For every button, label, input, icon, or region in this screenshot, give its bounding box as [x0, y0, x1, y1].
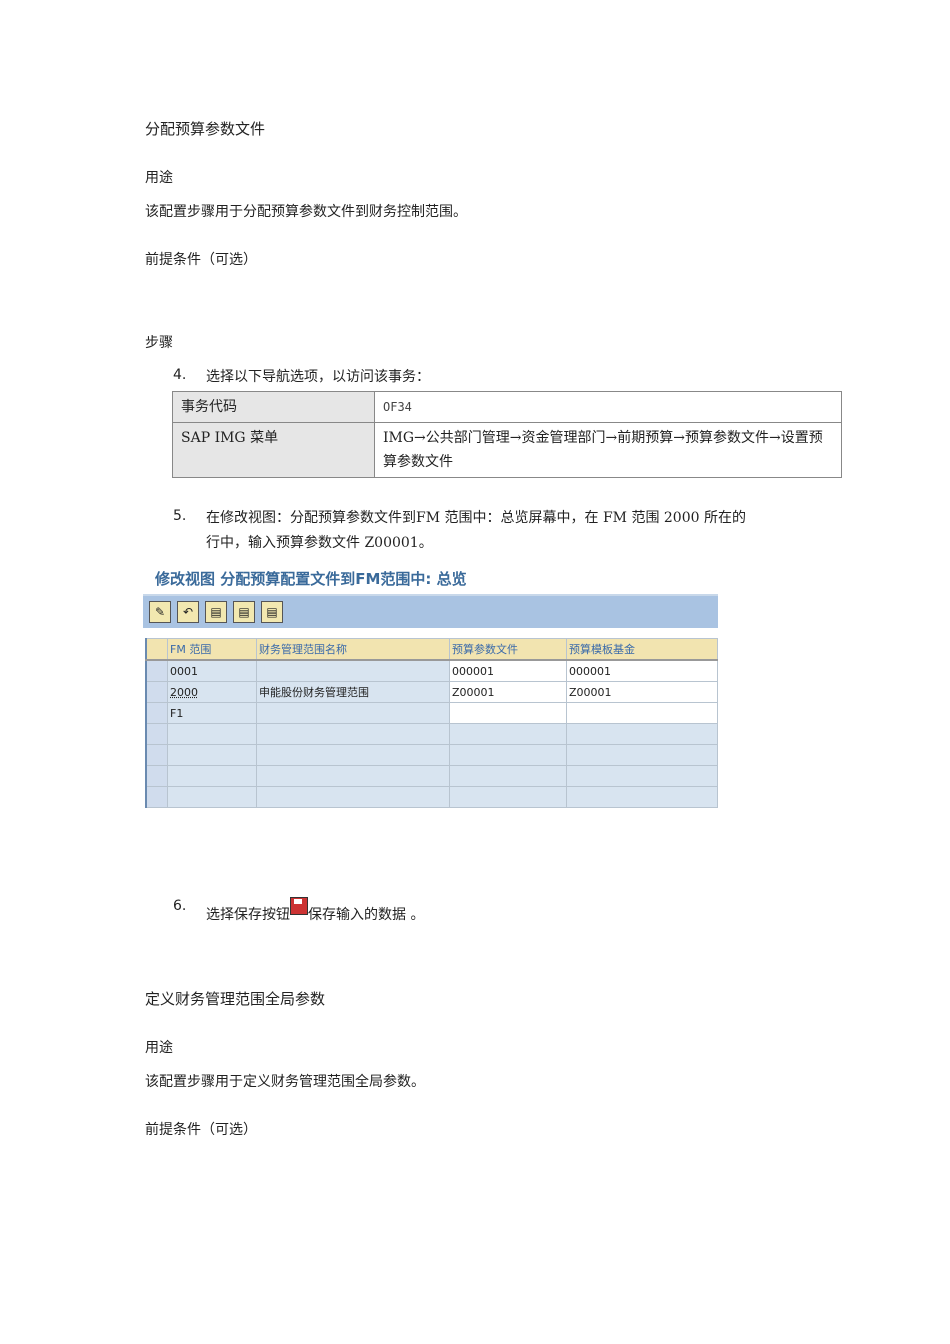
prereq-heading: 前提条件（可选）: [145, 1122, 257, 1138]
row-selector[interactable]: [145, 638, 168, 661]
edit-icon[interactable]: ✎: [149, 601, 171, 623]
cell: [256, 659, 450, 682]
step-text: 在修改视图：分配预算参数文件到FM 范围中：总览屏幕中，在 FM 范围 2000…: [206, 510, 746, 526]
step-text-a: 选择保存按钮: [206, 907, 290, 923]
cell: 0001: [167, 659, 257, 682]
navigation-table: 事务代码 OF34 SAP IMG 菜单 IMG→公共部门管理→资金管理部门→前期预…: [172, 391, 842, 478]
purpose-text: 该配置步骤用于分配预算参数文件到财务控制范围。: [145, 204, 467, 220]
column-header[interactable]: 财务管理范围名称: [256, 638, 450, 661]
table-value: OF34: [374, 391, 842, 423]
column-header[interactable]: 预算模板基金: [566, 638, 718, 661]
select-block-icon[interactable]: ▤: [233, 601, 255, 623]
column-header[interactable]: 预算参数文件: [449, 638, 567, 661]
table-row: F1: [145, 702, 718, 724]
table-key: 事务代码: [172, 391, 375, 423]
row-selector[interactable]: [145, 702, 168, 724]
step-number: 4.: [173, 367, 187, 383]
cell-input[interactable]: Z00001: [566, 681, 718, 703]
steps-heading: 步骤: [145, 335, 173, 351]
purpose-heading: 用途: [145, 170, 173, 186]
prereq-heading: 前提条件（可选）: [145, 252, 257, 268]
select-all-icon[interactable]: ▤: [205, 601, 227, 623]
sap-screen-title: 修改视图 分配预算配置文件到FM范围中: 总览: [155, 570, 467, 588]
table-row: [145, 765, 718, 787]
cell: F1: [167, 702, 257, 724]
table-row: SAP IMG 菜单 IMG→公共部门管理→资金管理部门→前期预算→预算参数文件→…: [172, 422, 842, 478]
cell: [256, 702, 450, 724]
section-title: 定义财务管理范围全局参数: [145, 990, 326, 1008]
purpose-heading: 用途: [145, 1040, 173, 1056]
cell-input[interactable]: Z00001: [449, 681, 567, 703]
purpose-text: 该配置步骤用于定义财务管理范围全局参数。: [145, 1074, 425, 1090]
table-value: IMG→公共部门管理→资金管理部门→前期预算→预算参数文件→设置预算参数文件: [374, 422, 842, 478]
cell-input[interactable]: 000001: [449, 659, 567, 682]
deselect-icon[interactable]: ▤: [261, 601, 283, 623]
step-text-b: 保存输入的数据 。: [308, 907, 425, 923]
section-title: 分配预算参数文件: [145, 120, 266, 138]
cell: 申能股份财务管理范围: [256, 681, 450, 703]
document-page: 分配预算参数文件 用途 该配置步骤用于分配预算参数文件到财务控制范围。 前提条件…: [0, 0, 950, 1344]
row-selector[interactable]: [145, 681, 168, 703]
cell: 2000: [167, 681, 257, 703]
table-row: 事务代码 OF34: [172, 391, 842, 423]
table-key: SAP IMG 菜单: [172, 422, 375, 478]
table-row: 2000 申能股份财务管理范围 Z00001 Z00001: [145, 681, 718, 703]
step-text: 行中，输入预算参数文件 Z00001。: [206, 535, 433, 551]
row-selector[interactable]: [145, 659, 168, 682]
step-number: 5.: [173, 508, 187, 524]
sap-screenshot: 修改视图 分配预算配置文件到FM范围中: 总览 ✎ ↶ ▤ ▤ ▤ FM 范围 财务管理范…: [143, 564, 718, 813]
table-row: [145, 786, 718, 808]
table-row: [145, 723, 718, 745]
step-number: 6.: [173, 898, 187, 914]
column-header[interactable]: FM 范围: [167, 638, 257, 661]
cell-input[interactable]: [566, 702, 718, 724]
undo-icon[interactable]: ↶: [177, 601, 199, 623]
cell-input[interactable]: [449, 702, 567, 724]
cell-input[interactable]: 000001: [566, 659, 718, 682]
sap-table: FM 范围 财务管理范围名称 预算参数文件 预算模板基金 0001 000001 0000…: [145, 638, 718, 808]
table-row: [145, 744, 718, 766]
save-icon: [290, 897, 308, 915]
sap-toolbar: ✎ ↶ ▤ ▤ ▤: [143, 594, 718, 628]
table-row: 0001 000001 000001: [145, 659, 718, 682]
step-text: 选择保存按钮 保存输入的数据 。: [206, 897, 424, 924]
step-text: 选择以下导航选项，以访问该事务：: [206, 369, 430, 385]
